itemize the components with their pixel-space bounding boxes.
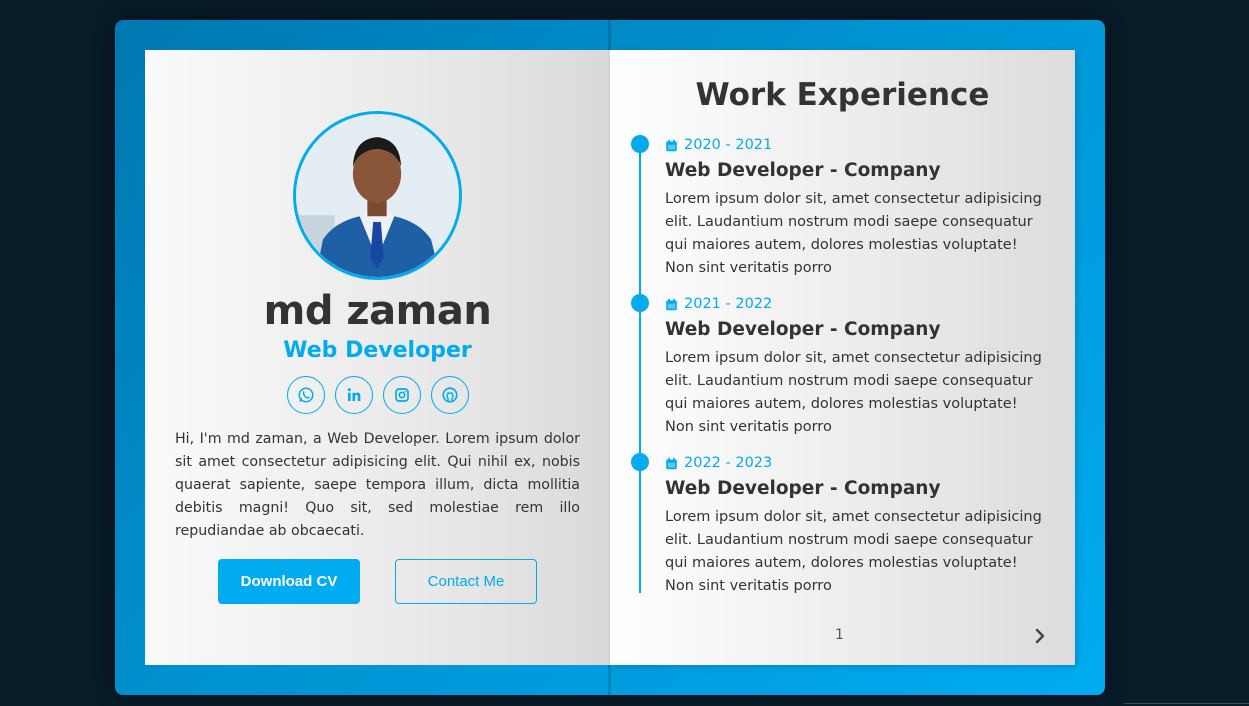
linkedin-icon [347, 388, 361, 401]
instagram-link[interactable] [383, 376, 421, 414]
calendar-icon [666, 298, 677, 310]
experience-title: Work Experience [695, 77, 990, 113]
avatar [293, 111, 462, 280]
timeline-line [639, 143, 641, 593]
entry-description: Lorem ipsum dolor sit, amet consectetur … [665, 191, 1042, 276]
github-link[interactable] [431, 376, 469, 414]
next-page-button[interactable] [1030, 626, 1050, 646]
entry-date-text: 2022 - 2023 [684, 455, 773, 471]
calendar-icon [666, 139, 677, 151]
timeline-dot [631, 135, 649, 153]
whatsapp-icon [298, 387, 314, 403]
contact-me-button[interactable]: Contact Me [395, 559, 537, 604]
profile-role: Web Developer [283, 338, 472, 363]
profile-name: md zaman [263, 288, 492, 334]
divider [1124, 703, 1249, 704]
entry-date: 2022 - 2023 [665, 455, 772, 471]
book-container: md zaman Web Developer Hi, I'm md zaman,… [115, 20, 1105, 695]
social-links [287, 376, 469, 414]
chevron-right-icon [1035, 628, 1045, 644]
profile-page: md zaman Web Developer Hi, I'm md zaman,… [145, 50, 610, 665]
whatsapp-link[interactable] [287, 376, 325, 414]
entry-date: 2020 - 2021 [665, 137, 772, 153]
entry-title: Web Developer - Company [665, 319, 941, 340]
experience-page: Work Experience 2020 - 2021 Web Develope… [610, 50, 1075, 665]
timeline-dot [631, 453, 649, 471]
download-cv-button[interactable]: Download CV [218, 559, 360, 604]
page-number: 1 [835, 627, 844, 643]
entry-date-text: 2020 - 2021 [684, 137, 773, 153]
linkedin-link[interactable] [335, 376, 373, 414]
entry-title: Web Developer - Company [665, 160, 941, 181]
github-icon [442, 387, 458, 403]
timeline-dot [631, 294, 649, 312]
instagram-icon [395, 388, 409, 402]
profile-bio: Hi, I'm md zaman, a Web Developer. Lorem… [175, 431, 580, 539]
entry-date: 2021 - 2022 [665, 296, 772, 312]
calendar-icon [666, 457, 677, 469]
entry-description: Lorem ipsum dolor sit, amet consectetur … [665, 350, 1042, 435]
entry-date-text: 2021 - 2022 [684, 296, 773, 312]
entry-title: Web Developer - Company [665, 478, 941, 499]
profile-photo [296, 114, 459, 277]
entry-description: Lorem ipsum dolor sit, amet consectetur … [665, 509, 1042, 594]
